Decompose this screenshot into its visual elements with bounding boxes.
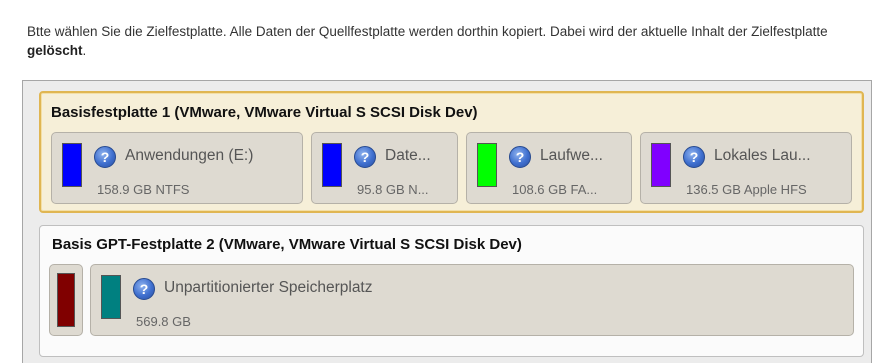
partition-color-swatch (101, 275, 121, 319)
partition-lokales-laufwerk[interactable]: ? Lokales Lau... 136.5 GB Apple HFS (640, 132, 852, 204)
help-icon: ? (354, 146, 376, 168)
partition-name: Unpartitionierter Speicherplatz (164, 279, 373, 296)
disk-2-title: Basis GPT-Festplatte 2 (VMware, VMware V… (52, 236, 522, 253)
partition-name: Date... (385, 147, 431, 164)
partition-name: Laufwe... (540, 147, 603, 164)
partition-name: Lokales Lau... (714, 147, 811, 164)
partition-info: 158.9 GB NTFS (97, 182, 190, 197)
partition-anwendungen[interactable]: ? Anwendungen (E:) 158.9 GB NTFS (51, 132, 303, 204)
partition-info: 95.8 GB N... (357, 182, 429, 197)
instruction-bold-word: gelöscht (27, 43, 83, 58)
partition-color-swatch (57, 273, 75, 327)
partition-color-swatch (651, 143, 671, 187)
instruction-text-end: . (82, 43, 87, 58)
copy-disk-wizard-page: Btte wählen Sie die Zielfestplatte. Alle… (0, 0, 890, 363)
instruction-text: Btte wählen Sie die Zielfestplatte. Alle… (27, 22, 872, 60)
partition-info: 108.6 GB FA... (512, 182, 598, 197)
partition-laufwerk[interactable]: ? Laufwe... 108.6 GB FA... (466, 132, 632, 204)
reserved-partition[interactable] (49, 264, 83, 336)
partition-info: 569.8 GB (136, 314, 191, 329)
help-icon: ? (683, 146, 705, 168)
disk-1[interactable]: Basisfestplatte 1 (VMware, VMware Virtua… (39, 91, 864, 213)
partition-color-swatch (62, 143, 82, 187)
disk-list-panel: Basisfestplatte 1 (VMware, VMware Virtua… (22, 80, 872, 363)
partition-name: Anwendungen (E:) (125, 147, 254, 164)
disk-2[interactable]: Basis GPT-Festplatte 2 (VMware, VMware V… (39, 225, 864, 357)
partition-color-swatch (477, 143, 497, 187)
instruction-text-main: Btte wählen Sie die Zielfestplatte. Alle… (27, 24, 828, 39)
partition-unallocated-space[interactable]: ? Unpartitionierter Speicherplatz 569.8 … (90, 264, 854, 336)
help-icon: ? (133, 278, 155, 300)
partition-color-swatch (322, 143, 342, 187)
partition-info: 136.5 GB Apple HFS (686, 182, 807, 197)
help-icon: ? (509, 146, 531, 168)
disk-1-title: Basisfestplatte 1 (VMware, VMware Virtua… (51, 104, 478, 121)
partition-date[interactable]: ? Date... 95.8 GB N... (311, 132, 458, 204)
help-icon: ? (94, 146, 116, 168)
